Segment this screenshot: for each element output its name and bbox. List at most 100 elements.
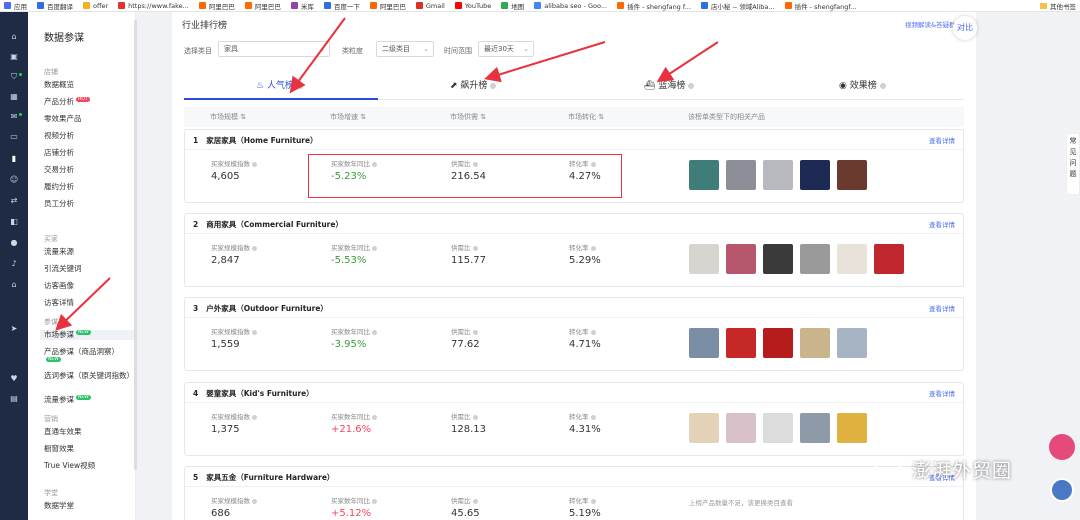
product-thumbnail[interactable] <box>726 160 756 190</box>
bookmark-item[interactable]: 百度翻译 <box>37 1 73 11</box>
product-thumbnail[interactable] <box>689 244 719 274</box>
product-thumbnail[interactable] <box>837 328 867 358</box>
store-icon[interactable]: ▣ <box>9 52 19 62</box>
globe-icon[interactable]: ● <box>9 238 19 248</box>
shield-icon[interactable]: ⛉ <box>9 72 19 82</box>
exchange-icon[interactable]: ⇄ <box>9 196 19 206</box>
sidebar: 数据参谋 店铺 数据概览 产品分析 HOT 零效果产品 视频分析 店铺分析 交易分析 履约分析员… <box>28 12 136 520</box>
product-thumbnail[interactable] <box>837 160 867 190</box>
view-details-link[interactable]: 查看详情 <box>929 135 955 145</box>
tab-effect[interactable]: ◉ 效果榜 <box>839 78 886 91</box>
sidebar-item[interactable]: 数据学堂 <box>44 501 134 511</box>
category-name: 商用家具（Commercial Furniture） <box>206 220 343 229</box>
sidebar-scrollbar[interactable] <box>134 20 137 470</box>
product-thumbnail[interactable] <box>763 160 793 190</box>
product-thumbnail[interactable] <box>689 413 719 443</box>
sidebar-item[interactable]: 履约分析 <box>44 182 134 192</box>
product-thumbnail[interactable] <box>763 328 793 358</box>
tab-rising[interactable]: ⬈ 飙升榜 <box>450 78 497 91</box>
product-thumbnail[interactable] <box>837 413 867 443</box>
help-video-link[interactable]: 视频解读&答疑群 <box>905 19 956 29</box>
granularity-select[interactable]: 二级类目 ⌄ <box>376 41 434 57</box>
bookmark-item[interactable]: 应用 <box>4 1 27 11</box>
time-range-select[interactable]: 最近30天 ⌄ <box>478 41 534 57</box>
bookmark-item[interactable]: 阿里巴巴 <box>244 1 281 11</box>
column-market-growth[interactable]: 市场增速 ⇅ <box>330 112 366 122</box>
product-thumbnail[interactable] <box>837 244 867 274</box>
shopping-icon[interactable]: ◧ <box>9 217 19 227</box>
sidebar-item[interactable]: 选词参谋（原关键词指数） <box>44 371 134 381</box>
mail-icon[interactable]: ✉ <box>9 112 19 122</box>
users-icon[interactable]: ☺ <box>9 175 19 185</box>
product-thumbnail[interactable] <box>726 244 756 274</box>
product-thumbnail[interactable] <box>726 413 756 443</box>
product-thumbnail[interactable] <box>689 328 719 358</box>
column-market-conversion[interactable]: 市场转化 ⇅ <box>568 112 604 122</box>
bell-icon[interactable]: ♪ <box>9 259 19 269</box>
assistant-button[interactable] <box>1049 434 1075 460</box>
sidebar-item[interactable]: True View视频 <box>44 461 134 471</box>
sidebar-item[interactable]: 产品参谋（商品洞察）NEW <box>44 347 134 367</box>
grid-icon[interactable]: ▦ <box>9 92 19 102</box>
product-thumbnail[interactable] <box>800 244 830 274</box>
product-thumbnail[interactable] <box>763 413 793 443</box>
sidebar-item[interactable]: 数据概览 <box>44 80 134 90</box>
compare-button[interactable]: 对比 <box>953 16 977 40</box>
bookmark-item[interactable]: 插件 - shengfangf... <box>784 1 856 11</box>
sidebar-item[interactable]: 产品分析 HOT <box>44 97 134 107</box>
product-thumbnail[interactable] <box>726 328 756 358</box>
product-thumbnail[interactable] <box>874 244 904 274</box>
bookmark-item[interactable]: 米库 <box>290 1 314 11</box>
category-select[interactable]: 家具 ⌄ <box>218 41 330 57</box>
bookmark-item[interactable]: YouTube <box>454 2 491 10</box>
message-icon[interactable]: ▭ <box>9 132 19 142</box>
bookmark-item[interactable]: 阿里巴巴 <box>369 1 406 11</box>
product-thumbnail[interactable] <box>800 160 830 190</box>
view-details-link[interactable]: 查看详情 <box>929 303 955 313</box>
product-thumbnail[interactable] <box>689 160 719 190</box>
sidebar-item[interactable]: 橱窗效果 <box>44 444 134 454</box>
sidebar-item[interactable]: 流量来源 <box>44 247 134 257</box>
metric-value: 1,559 <box>211 339 240 350</box>
sidebar-item[interactable]: 访客画像 <box>44 281 134 291</box>
sidebar-item[interactable]: 访客详情 <box>44 298 134 308</box>
bookmark-item[interactable]: offer <box>83 2 108 10</box>
favicon-icon <box>415 2 423 9</box>
other-bookmarks[interactable]: 其他书签 <box>1040 0 1076 12</box>
send-icon[interactable]: ➤ <box>9 324 19 334</box>
column-market-scale[interactable]: 市场规模 ⇅ <box>210 112 246 122</box>
sidebar-item[interactable]: 视频分析 <box>44 131 134 141</box>
column-market-supply[interactable]: 市场供需 ⇅ <box>450 112 486 122</box>
bookmark-item[interactable]: 百度一下 <box>323 1 360 11</box>
heart-icon[interactable]: ♥ <box>9 374 19 384</box>
briefcase-icon[interactable]: ▤ <box>9 394 19 404</box>
trend-up-icon: ⬈ <box>450 81 458 91</box>
bookmark-item[interactable]: 插件 - shengfang f... <box>617 1 691 11</box>
avatar[interactable] <box>1050 478 1074 502</box>
sidebar-item[interactable]: 交易分析 <box>44 165 134 175</box>
tab-blue-ocean[interactable]: ⛴ 蓝海榜 <box>644 78 695 91</box>
product-thumbnail[interactable] <box>800 328 830 358</box>
sidebar-item[interactable]: 员工分析 <box>44 199 134 209</box>
view-details-link[interactable]: 查看详情 <box>929 388 955 398</box>
chart-icon[interactable]: ▮ <box>9 154 19 164</box>
bookmark-item[interactable]: https://www.fake... <box>118 2 189 10</box>
home-icon[interactable]: ⌂ <box>9 32 19 42</box>
sidebar-item[interactable]: 店铺分析 <box>44 148 134 158</box>
sidebar-item[interactable]: 流量参谋 NEW <box>44 395 134 405</box>
sidebar-item[interactable]: 零效果产品 <box>44 114 134 124</box>
faq-widget[interactable]: 常见问题 <box>1066 133 1080 195</box>
bookmark-item[interactable]: Gmail <box>415 2 445 10</box>
sidebar-item[interactable]: 市场参谋 NEW <box>40 330 134 340</box>
bookmark-item[interactable]: alibaba seo - Goo... <box>534 2 607 10</box>
tab-popular[interactable]: ♨ 人气榜 <box>256 78 303 91</box>
product-thumbnail[interactable] <box>763 244 793 274</box>
bookmark-item[interactable]: 阿里巴巴 <box>198 1 235 11</box>
product-thumbnail[interactable] <box>800 413 830 443</box>
view-details-link[interactable]: 查看详情 <box>929 219 955 229</box>
bookmark-item[interactable]: 店小秘 -- 领域Aliba... <box>700 1 775 11</box>
bookmark-item[interactable]: 地图 <box>501 1 524 11</box>
sidebar-item[interactable]: 引流关键词 <box>44 264 134 274</box>
sidebar-item[interactable]: 直通车效果 <box>44 427 134 437</box>
bank-icon[interactable]: ⌂ <box>9 280 19 290</box>
